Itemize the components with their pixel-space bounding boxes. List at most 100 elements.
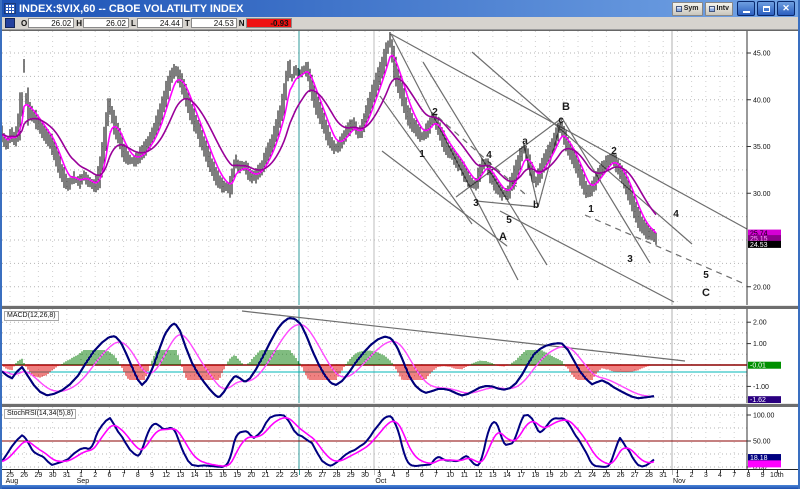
date-label: 4 [718, 472, 722, 479]
low-label: L [131, 18, 136, 28]
date-label: 19 [545, 472, 554, 479]
wave-label-5: 5 [506, 215, 512, 226]
symbol-window-icon [675, 5, 682, 12]
date-label: 7 [121, 472, 126, 479]
month-label: Nov [673, 478, 686, 485]
date-label: 10 [446, 472, 455, 479]
date-label: 9 [150, 472, 154, 479]
wave-label-B: B [562, 101, 570, 113]
date-label: 4 [391, 472, 396, 479]
date-label: 28 [645, 472, 653, 479]
event-tick [299, 470, 300, 475]
macd-pane[interactable]: 2.00 1.00 -1.00 -0.01 -1.62 [2, 309, 798, 403]
date-label: 14 [503, 472, 511, 479]
price-ytick: 30.00 [753, 191, 771, 198]
date-label: 31 [659, 472, 668, 479]
date-label: 25 [602, 472, 611, 479]
stochrsi_signal-line [2, 417, 655, 467]
wave-label-1: 1 [588, 204, 594, 215]
price-ytick: 40.00 [753, 97, 771, 104]
open-label: O [21, 18, 28, 28]
wave-label-b: b [533, 200, 539, 211]
stoch-ytick: 50.00 [753, 439, 771, 446]
time-axis: 25 Aug 26 29 30 31 1 Sep 2 6 7 8 9 12 13 14 15 16 19 20 21 22… [2, 469, 798, 485]
ma_slow-line [2, 77, 657, 216]
low-value: 24.44 [136, 18, 183, 28]
date-label: 11 [460, 472, 469, 479]
macd-ytick: 2.00 [753, 320, 767, 327]
date-label: 24 [588, 472, 597, 479]
date-label: 22 [275, 472, 284, 479]
wave-label-4: 4 [673, 209, 679, 220]
chart-icon [4, 3, 16, 14]
quote-bar: O 26.02 H 26.02 L 24.44 T 24.53 N -0.93 [2, 17, 798, 30]
ma_fast-line [2, 54, 657, 234]
date-label: 27 [318, 472, 327, 479]
symbol-button[interactable]: Sym [671, 1, 703, 16]
date-label: 14 [190, 472, 199, 479]
macd-ytick: 1.00 [753, 341, 767, 348]
stoch-pane[interactable]: 100.0050.000.0018.18 [2, 407, 798, 469]
price-ytick: 35.00 [753, 144, 771, 151]
minimize-button[interactable] [737, 1, 755, 16]
macd-ytick: -1.00 [753, 384, 769, 391]
high-value: 26.02 [83, 18, 130, 28]
date-label: 2 [93, 472, 98, 479]
date-label: 16 [219, 472, 227, 479]
event-tick [672, 470, 673, 475]
macd-value-badge: -0.01 [750, 363, 766, 370]
date-label: 13 [176, 472, 185, 479]
date-label: 27 [630, 472, 639, 479]
event-tick [374, 470, 375, 475]
window-bottom-frame [2, 485, 798, 489]
wave-label-3: 3 [473, 198, 479, 209]
price-ytick: 20.00 [753, 284, 771, 291]
window-title: INDEX:$VIX,60 -- CBOE VOLATILITY INDEX [19, 2, 244, 15]
month-label: Oct [375, 478, 387, 485]
title-bar[interactable]: INDEX:$VIX,60 -- CBOE VOLATILITY INDEX S… [2, 0, 798, 17]
date-label: 9 [760, 472, 765, 479]
date-label: 15 [204, 472, 213, 479]
price-chart-svg[interactable]: 1 2 3 4 5 Aa b cB 1 2 3 4 5 C 45.00 40.00 35.00 30.00 20.0… [2, 31, 798, 306]
date-label: 10th [769, 472, 784, 479]
date-label: 18 [531, 472, 540, 479]
date-label: 20 [247, 472, 256, 479]
month-label: Sep [76, 478, 90, 485]
link-square-icon[interactable] [5, 18, 15, 28]
date-label: 26 [616, 472, 625, 479]
stoch-chart-svg[interactable]: 100.0050.000.0018.18 [2, 407, 798, 469]
month-label: Aug [5, 478, 19, 485]
maximize-icon [762, 5, 770, 12]
date-label: 2 [689, 472, 694, 479]
date-label: 26 [304, 472, 313, 479]
date-label: 23 [290, 472, 298, 479]
stoch-ytick: 100.00 [753, 413, 775, 420]
date-label: 31 [62, 472, 71, 479]
wave-label-1: 1 [419, 149, 425, 160]
wave-label-a: a [522, 136, 528, 147]
wave-label-3: 3 [627, 254, 633, 265]
macd-chart-svg[interactable]: 2.001.00-1.00-0.01-1.62 [2, 309, 798, 403]
close-button[interactable]: ✕ [777, 1, 795, 16]
wave-label-2: 2 [611, 146, 617, 157]
wave-label-A: A [499, 231, 507, 243]
wave-label-2: 2 [432, 107, 438, 118]
trade-value: 24.53 [190, 18, 237, 28]
date-label: 29 [34, 472, 43, 479]
interval-window-icon [708, 5, 715, 12]
wave-label-C: C [702, 287, 710, 299]
maximize-button[interactable] [757, 1, 775, 16]
interval-button[interactable]: Intv [704, 1, 733, 16]
stoch-indicator-label: StochRSI(14,34(5),8) [4, 409, 77, 419]
high-label: H [76, 18, 83, 28]
price-bars [2, 32, 657, 245]
date-label: 21 [574, 472, 582, 479]
date-label: 7 [732, 472, 737, 479]
wave-label-4: 4 [486, 150, 492, 161]
price-value-badge: 24.53 [750, 242, 768, 249]
date-label: 5 [405, 472, 410, 479]
date-label: 21 [261, 472, 270, 479]
chart-window: INDEX:$VIX,60 -- CBOE VOLATILITY INDEX S… [0, 0, 800, 489]
price-pane[interactable]: 1 2 3 4 5 Aa b c B 1 2 3 4 5 C 45.00 40.00 35.00 30.00 20.0… [2, 30, 798, 306]
date-label: 28 [332, 472, 341, 479]
